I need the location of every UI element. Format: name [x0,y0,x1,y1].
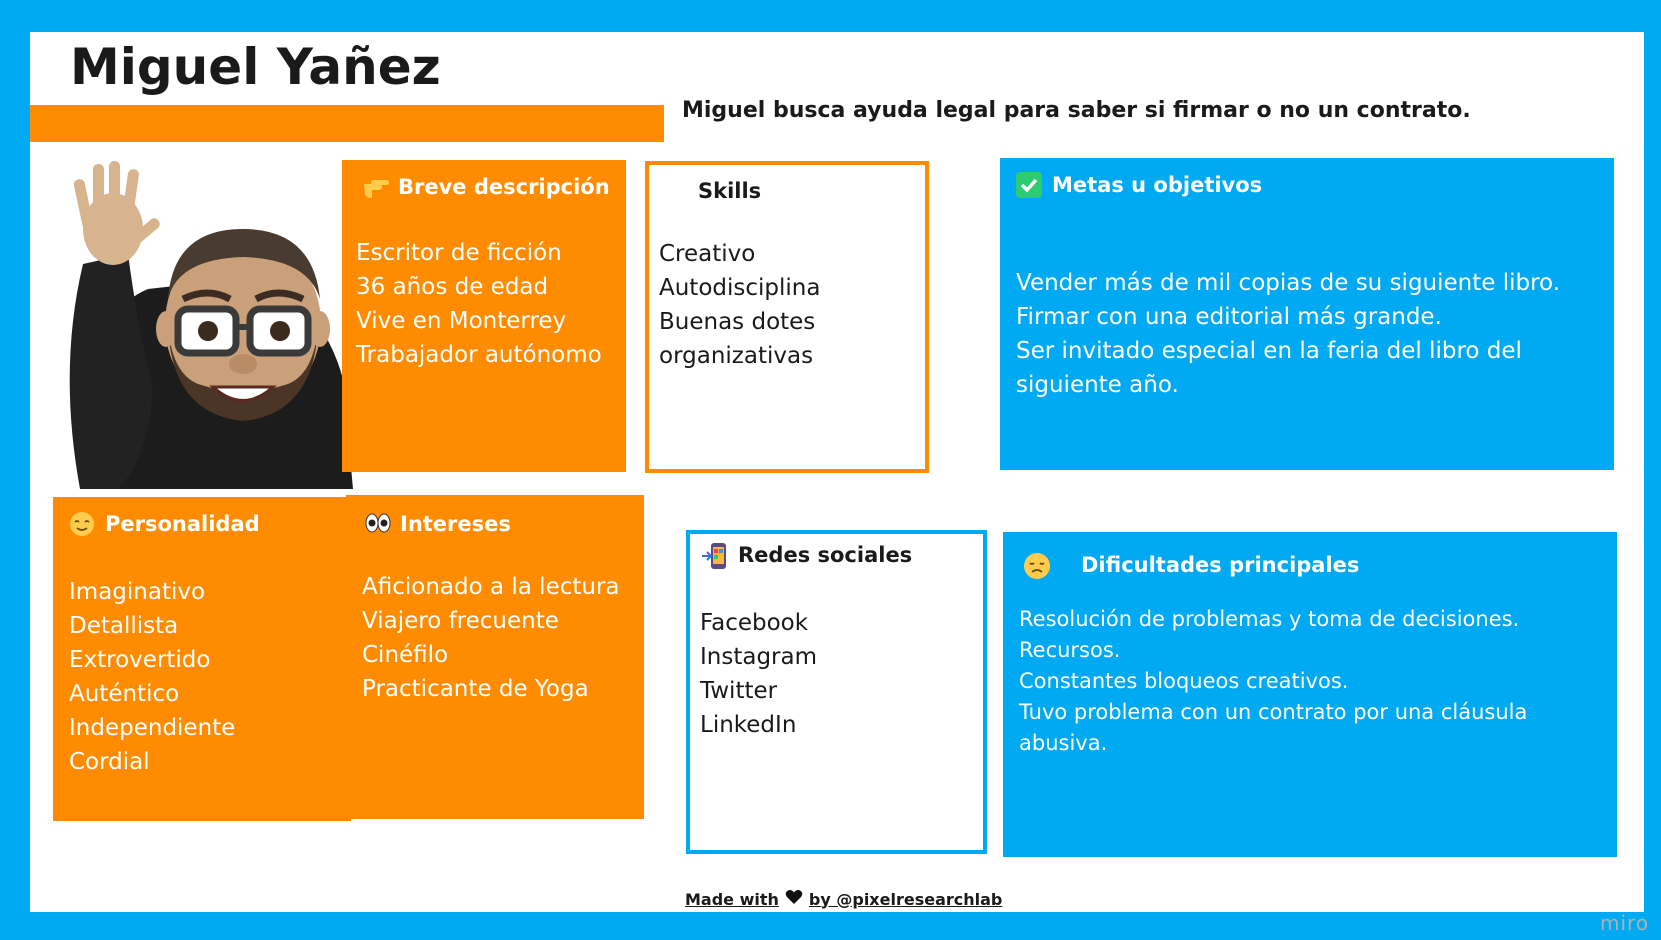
pointing-hand-icon [362,174,389,200]
list-item: Aficionado a la lectura [362,574,620,600]
skills-list: Creativo Autodisciplina Buenas dotes org… [659,237,820,373]
card-title-redes-sociales: Redes sociales [738,543,913,567]
text-line: Vender más de mil copias de su siguiente… [1016,270,1561,296]
card-title-personalidad: Personalidad [105,512,260,536]
personalidad-list: Imaginativo Detallista Extrovertido Auté… [69,575,235,779]
list-item: Escritor de ficción [356,240,562,266]
list-item: Auténtico [69,681,180,707]
list-item: Imaginativo [69,579,206,605]
relieved-face-icon [69,511,95,537]
text-line: Recursos. [1019,638,1121,662]
text-line: Ser invitado especial en la feria del li… [1016,338,1522,364]
text-line: Firmar con una editorial más grande. [1016,304,1442,330]
text-line: Tuvo problema con un contrato por una cl… [1019,700,1528,724]
list-item: Practicante de Yoga [362,676,589,702]
card-title-metas-objetivos: Metas u objetivos [1052,173,1263,197]
disappointed-face-icon [1023,552,1050,579]
text-line: Constantes bloqueos creativos. [1019,669,1349,693]
credit-author: by @pixelresearchlab [808,889,1003,909]
list-item: organizativas [659,343,814,369]
list-item: Viajero frecuente [362,608,559,634]
list-item: LinkedIn [700,712,797,738]
list-item: Independiente [69,715,236,741]
card-title-dificultades-principales: Dificultades principales [1081,553,1360,577]
memoji-waving-man-icon [58,159,368,489]
list-item: 36 años de edad [356,274,549,300]
list-item: Trabajador autónomo [356,342,602,368]
list-item: Cinéfilo [362,642,449,668]
card-skills: Skills Creativo Autodisciplina Buenas do… [645,161,929,473]
list-item: Extrovertido [69,647,211,673]
miro-logo: miro [1600,911,1650,935]
card-metas-objetivos: Metas u objetivos Vender más de mil copi… [1000,158,1614,470]
card-dificultades-principales: Dificultades principales Resolución de p… [1003,532,1617,857]
mobile-phone-arrow-icon [702,542,728,569]
list-item: Creativo [659,241,756,267]
persona-name: Miguel Yañez [70,38,441,96]
list-item: Instagram [700,644,818,670]
heart-icon [785,889,803,909]
text-line: siguiente año. [1016,372,1179,398]
persona-board: Miguel Yañez Miguel busca ayuda legal pa… [30,32,1648,935]
list-item: Twitter [700,678,778,704]
header-accent-bar [30,105,664,142]
card-personalidad: Personalidad Imaginativo Detallista Extr… [53,497,351,821]
text-line: Resolución de problemas y toma de decisi… [1019,607,1520,631]
list-item: Autodisciplina [659,275,821,301]
card-title-skills: Skills [698,179,762,203]
made-with-label: Made with [685,889,779,909]
metas-text: Vender más de mil copias de su siguiente… [1016,266,1560,402]
eyes-icon [364,511,391,537]
descripcion-list: Escritor de ficción 36 años de edad Vive… [356,236,602,372]
intereses-list: Aficionado a la lectura Viajero frecuent… [362,570,620,706]
dificultades-text: Resolución de problemas y toma de decisi… [1019,604,1527,759]
list-item: Vive en Monterrey [356,308,567,334]
list-item: Buenas dotes [659,309,816,335]
persona-summary: Miguel busca ayuda legal para saber si f… [682,98,1471,123]
card-redes-sociales: Redes sociales Facebook Instagram Twitte… [686,530,987,854]
made-with-credit-link[interactable]: Made with by @pixelresearchlab [685,889,1002,909]
card-title-breve-descripcion: Breve descripción [398,175,610,199]
redes-list: Facebook Instagram Twitter LinkedIn [700,606,817,742]
check-mark-icon [1016,172,1042,198]
list-item: Cordial [69,749,150,775]
card-breve-descripcion: Breve descripción Escritor de ficción 36… [342,160,626,472]
list-item: Detallista [69,613,179,639]
card-intereses: Intereses Aficionado a la lectura Viajer… [346,495,644,819]
text-line: abusiva. [1019,731,1108,755]
card-title-intereses: Intereses [400,512,511,536]
list-item: Facebook [700,610,809,636]
